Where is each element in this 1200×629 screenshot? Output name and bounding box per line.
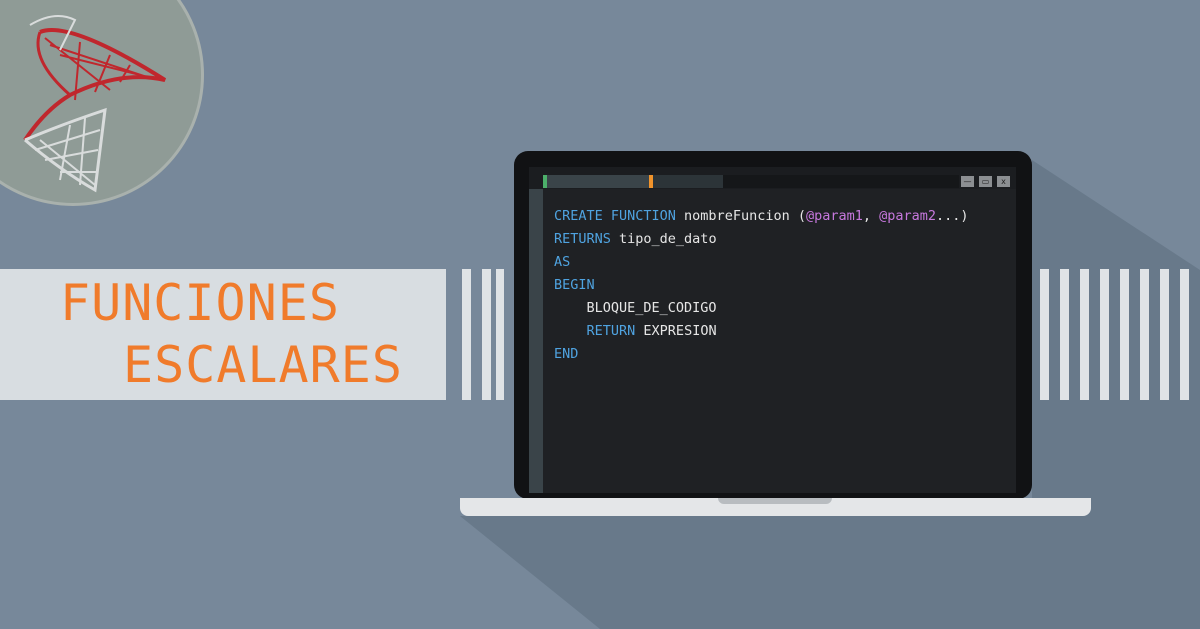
title-line-1: FUNCIONES bbox=[60, 274, 340, 332]
code-line: BEGIN bbox=[554, 274, 969, 297]
close-button[interactable]: x bbox=[997, 176, 1010, 187]
banner-stripe bbox=[1140, 269, 1149, 400]
tab-indicator-green bbox=[543, 175, 547, 188]
code-keyword: BEGIN bbox=[554, 277, 595, 293]
restore-button[interactable]: ▭ bbox=[979, 176, 992, 187]
code-parameter: @param1 bbox=[805, 208, 863, 224]
code-editor-window: — ▭ x CREATE FUNCTION nombreFuncion (@pa… bbox=[529, 167, 1016, 493]
editor-tab-active[interactable] bbox=[543, 175, 651, 188]
code-text: ...) bbox=[936, 208, 969, 224]
code-text: tipo_de_dato bbox=[610, 231, 717, 247]
code-keyword: END bbox=[554, 346, 579, 362]
code-line: CREATE FUNCTION nombreFuncion (@param1, … bbox=[554, 205, 969, 228]
code-text: , bbox=[862, 208, 880, 224]
banner-stripe bbox=[482, 269, 491, 400]
code-text: BLOQUE_DE_CODIGO bbox=[554, 300, 717, 316]
laptop-base bbox=[460, 498, 1091, 516]
banner-stripe bbox=[1180, 269, 1189, 400]
code-line: RETURN EXPRESION bbox=[554, 320, 969, 343]
laptop-screen: — ▭ x CREATE FUNCTION nombreFuncion (@pa… bbox=[514, 151, 1032, 499]
code-keyword: RETURNS bbox=[554, 231, 611, 247]
code-block: CREATE FUNCTION nombreFuncion (@param1, … bbox=[554, 205, 969, 366]
banner-stripe bbox=[496, 269, 504, 400]
code-text: EXPRESION bbox=[635, 323, 717, 339]
code-parameter: @param2 bbox=[879, 208, 937, 224]
banner-stripe bbox=[1160, 269, 1169, 400]
laptop-base-notch bbox=[718, 498, 832, 504]
editor-tab[interactable] bbox=[651, 175, 723, 188]
editor-tab[interactable] bbox=[723, 175, 959, 188]
sql-server-logo-icon bbox=[23, 15, 167, 193]
code-text: nombreFuncion ( bbox=[675, 208, 806, 224]
banner-stripe bbox=[462, 269, 471, 400]
code-line: BLOQUE_DE_CODIGO bbox=[554, 297, 969, 320]
banner-stripe bbox=[1120, 269, 1129, 400]
minimize-button[interactable]: — bbox=[961, 176, 974, 187]
code-keyword: RETURN bbox=[586, 323, 636, 339]
title-line-2: ESCALARES bbox=[123, 336, 403, 394]
code-keyword: AS bbox=[554, 254, 571, 270]
editor-tab-bar: — ▭ x bbox=[529, 167, 1016, 189]
banner-stripe bbox=[1080, 269, 1089, 400]
banner-stripe bbox=[1100, 269, 1109, 400]
code-line: AS bbox=[554, 251, 969, 274]
code-line: END bbox=[554, 343, 969, 366]
tab-indicator-orange bbox=[649, 175, 653, 188]
code-line: RETURNS tipo_de_dato bbox=[554, 228, 969, 251]
code-keyword: CREATE FUNCTION bbox=[554, 208, 676, 224]
editor-gutter bbox=[529, 189, 543, 493]
banner-stripe bbox=[1060, 269, 1069, 400]
banner-stripe bbox=[1040, 269, 1049, 400]
